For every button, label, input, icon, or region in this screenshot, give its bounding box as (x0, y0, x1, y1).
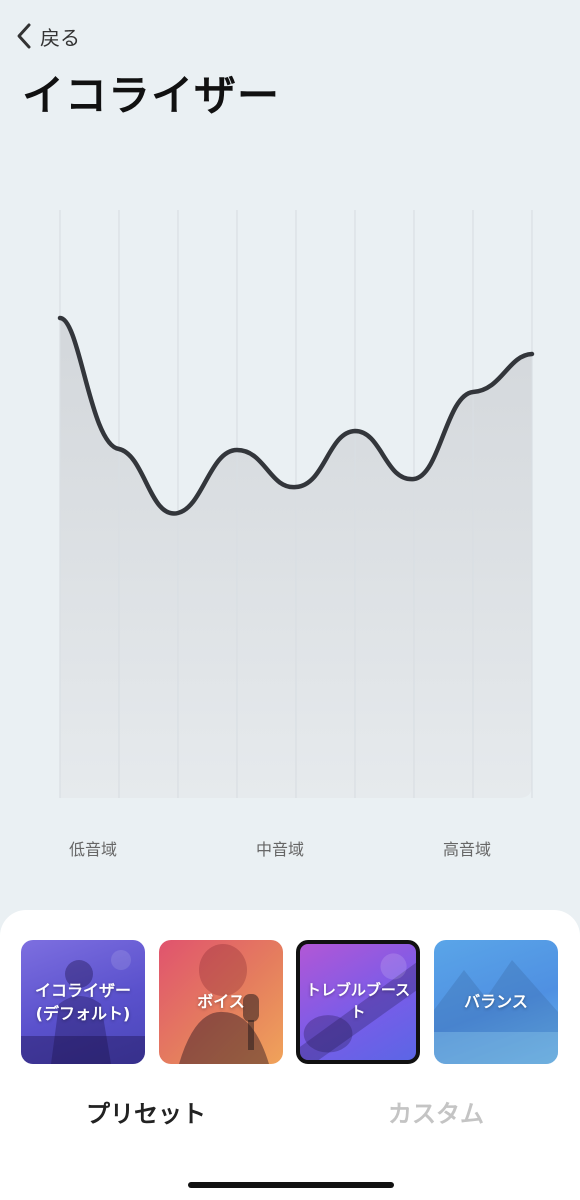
home-indicator (188, 1182, 394, 1188)
band-label-low: 低音域 (68, 840, 118, 859)
equalizer-chart (57, 210, 535, 798)
back-button[interactable]: 戻る (14, 18, 80, 54)
page-title: イコライザー (22, 71, 281, 120)
preset-label-balance: バランス (464, 992, 528, 1012)
preset-sheet: イコライザー (デフォルト) ボイス トレブルブースト バランス プリセット カ… (0, 910, 580, 1200)
preset-label-voice: ボイス (197, 992, 245, 1012)
preset-card-voice[interactable]: ボイス (159, 940, 283, 1064)
segment-preset-tab[interactable]: プリセット (86, 1094, 206, 1129)
segment-custom-tab[interactable]: カスタム (388, 1094, 484, 1129)
preset-card-treble-boost[interactable]: トレブルブースト (296, 940, 420, 1064)
band-label-high: 高音域 (442, 840, 492, 859)
chevron-left-icon (17, 23, 31, 49)
preset-label-default: イコライザー (デフォルト) (34, 980, 131, 1023)
back-label: 戻る (40, 25, 80, 50)
band-label-mid: 中音域 (255, 840, 305, 859)
preset-card-default[interactable]: イコライザー (デフォルト) (21, 940, 145, 1064)
preset-card-balance[interactable]: バランス (434, 940, 558, 1064)
preset-label-treble-boost: トレブルブースト (305, 981, 411, 1021)
